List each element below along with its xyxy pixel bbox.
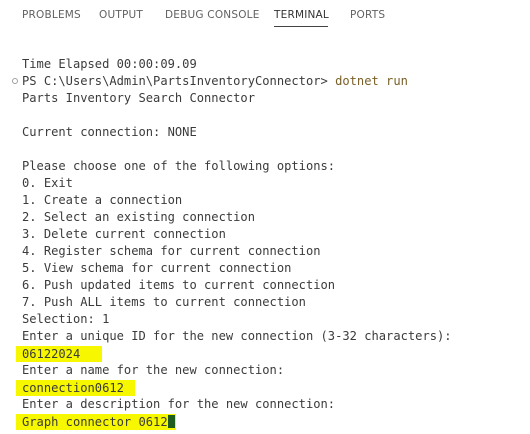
terminal-output[interactable]: Time Elapsed 00:00:09.09 PS C:\Users\Adm… bbox=[0, 0, 530, 434]
name-input-value: connection0612 bbox=[16, 380, 135, 396]
menu-option: 4. Register schema for current connectio… bbox=[22, 244, 321, 258]
menu-option: 1. Create a connection bbox=[22, 193, 183, 207]
menu-option: 6. Push updated items to current connect… bbox=[22, 278, 336, 292]
prompt-path: PS C:\Users\Admin\PartsInventoryConnecto… bbox=[22, 74, 336, 88]
selection-line: Selection: 1 bbox=[22, 312, 110, 326]
prompt-line: PS C:\Users\Admin\PartsInventoryConnecto… bbox=[22, 73, 408, 90]
menu-option: 3. Delete current connection bbox=[22, 227, 226, 241]
menu-option: 2. Select an existing connection bbox=[22, 210, 255, 224]
menu-option: 5. View schema for current connection bbox=[22, 261, 292, 275]
description-input-row[interactable]: Graph connector 0612 bbox=[16, 414, 176, 430]
menu-option: 7. Push ALL items to current connection bbox=[22, 295, 306, 309]
name-prompt-line: Enter a name for the new connection: bbox=[22, 363, 285, 377]
command-decoration-icon[interactable] bbox=[12, 78, 18, 84]
menu-option: 0. Exit bbox=[22, 176, 73, 190]
terminal-cursor bbox=[167, 415, 175, 428]
time-elapsed-line: Time Elapsed 00:00:09.09 bbox=[22, 57, 197, 71]
menu-prompt-line: Please choose one of the following optio… bbox=[22, 159, 336, 173]
prompt-command: dotnet run bbox=[335, 74, 408, 88]
description-prompt-line: Enter a description for the new connecti… bbox=[22, 397, 336, 411]
current-connection-line: Current connection: NONE bbox=[22, 125, 197, 139]
app-title-line: Parts Inventory Search Connector bbox=[22, 91, 255, 105]
id-prompt-line: Enter a unique ID for the new connection… bbox=[22, 329, 452, 343]
id-input-value: 06122024 bbox=[16, 346, 102, 362]
description-input-value: Graph connector 0612 bbox=[22, 415, 168, 429]
